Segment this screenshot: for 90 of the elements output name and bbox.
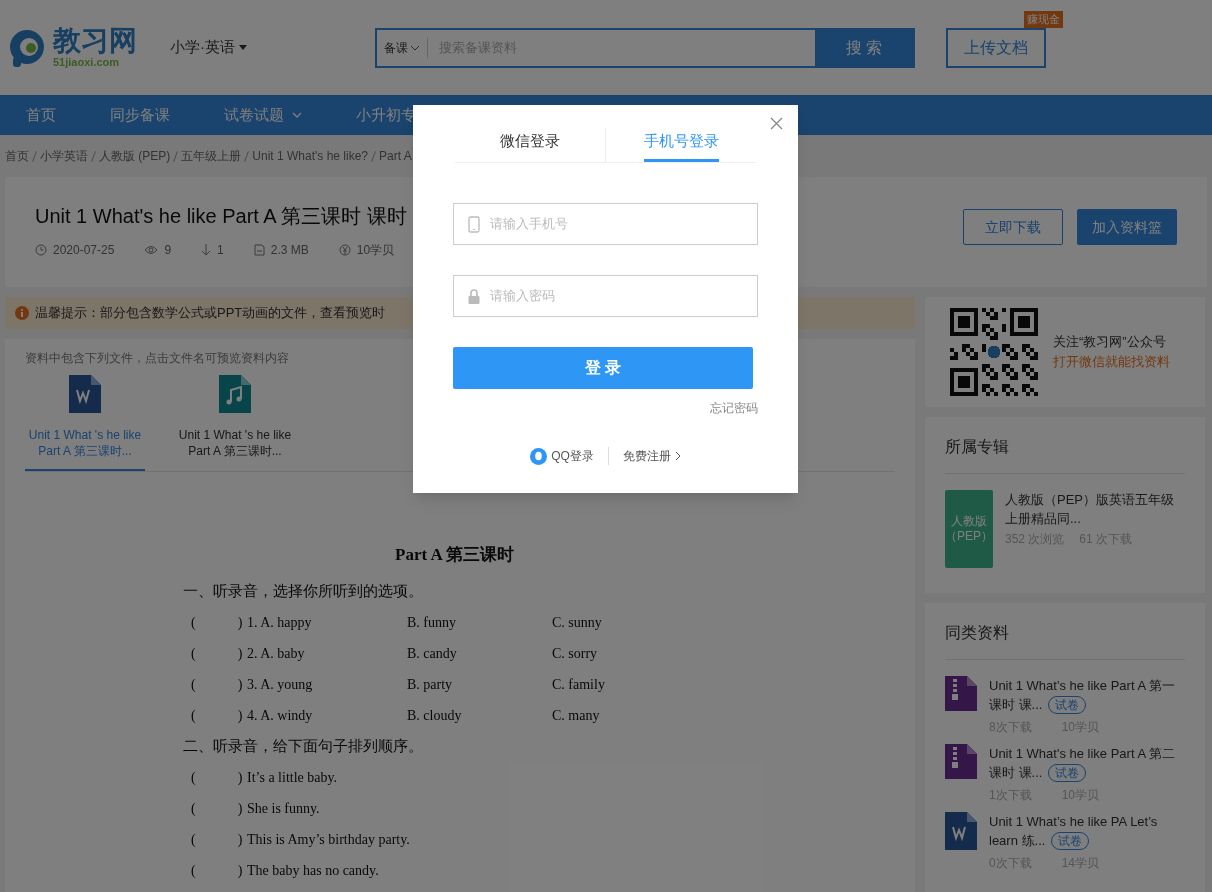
question-text: C. sunny	[552, 613, 602, 632]
chevron-icon	[674, 451, 681, 461]
meta-text: 10学贝	[356, 242, 395, 259]
question-text: 2. A. baby	[247, 644, 306, 663]
file-tab[interactable]: Unit 1 What 's he like Part A 第三课时...	[175, 373, 295, 471]
logo-subtext: 51jiaoxi.com	[53, 57, 121, 68]
login-tab[interactable]: 微信登录	[455, 128, 605, 162]
coin-icon	[338, 244, 351, 256]
file-tab[interactable]: Unit 1 What 's he like Part A 第三课时...	[25, 373, 145, 471]
nav-link[interactable]: 首页	[10, 95, 72, 135]
question-text: C. family	[552, 675, 605, 694]
answer-blank: ( )	[191, 706, 244, 725]
download-button[interactable]: 立即下载	[963, 209, 1063, 245]
breadcrumb-link[interactable]: 首页	[5, 147, 29, 165]
answer-blank: ( )	[191, 830, 244, 849]
breadcrumb-link[interactable]: Unit 1 What's he like?	[252, 147, 369, 165]
question-text: B. cloudy	[407, 706, 463, 725]
tip-text: 温馨提示：部分包含数学公式或PPT动画的文件，查看预览时	[35, 304, 386, 323]
question-text: B. candy	[407, 644, 458, 663]
login-button[interactable]: 登 录	[453, 347, 753, 389]
login-tab[interactable]: 手机号登录	[605, 128, 756, 162]
question-text: She is funny.	[247, 799, 320, 818]
files-hint: 资料中包含下列文件，点击文件名可预览资料内容	[25, 350, 290, 367]
question-text: B. party	[407, 675, 454, 694]
upload-button[interactable]: 上传文档	[946, 27, 1046, 68]
question-text: This is Amy’s birthday party.	[247, 830, 410, 849]
qq-icon	[530, 447, 548, 465]
album-cover: 人教版（PEP）	[945, 490, 993, 568]
phone-icon	[468, 215, 480, 233]
caret-icon	[410, 44, 420, 51]
eye-icon	[144, 245, 159, 255]
music-file-icon	[219, 375, 251, 413]
answer-blank: ( )	[191, 675, 244, 694]
album-title[interactable]: 人教版（PEP）版英语五年级上册精品同...	[1005, 490, 1185, 528]
question-text: B. funny	[407, 613, 457, 632]
subject-dropdown[interactable]: 小学·英语	[170, 36, 375, 59]
question-text: The baby has no candy.	[247, 861, 379, 880]
question-text: C. many	[552, 706, 600, 725]
meta-text: 9	[164, 242, 172, 259]
phone-input[interactable]: 请输入手机号	[490, 214, 743, 234]
input-field[interactable]: 请输入手机号	[453, 203, 758, 245]
resource-link[interactable]: Unit 1 What’s he like PA Let’s learn 练... 试卷	[989, 812, 1179, 850]
qq-login-link[interactable]: QQ登录	[530, 447, 609, 465]
info-icon	[15, 306, 29, 320]
word-file-icon	[945, 812, 977, 850]
zip-file-icon	[945, 676, 977, 711]
search-button[interactable]: 搜 索	[815, 29, 913, 66]
meta-text: 2020-07-25	[53, 242, 115, 259]
download-icon	[201, 244, 212, 256]
question-text: 4. A. windy	[247, 706, 314, 725]
document-title: Part A 第三课时	[395, 544, 515, 566]
answer-blank: ( )	[191, 768, 244, 787]
wechat-subtext: 打开微信就能找资料	[1053, 353, 1170, 371]
zip-file-icon	[945, 744, 977, 779]
breadcrumb-link[interactable]: Part A	[379, 147, 412, 165]
logo-text: 教习网	[53, 27, 137, 55]
reward-badge: 赚现金	[1024, 10, 1063, 28]
wechat-text: 关注“教习网”公众号	[1053, 333, 1167, 351]
answer-blank: ( )	[191, 799, 244, 818]
add-to-basket-button[interactable]: 加入资料篮	[1077, 209, 1177, 245]
question-text: 1. A. happy	[247, 613, 313, 632]
resource-link[interactable]: Unit 1 What's he like Part A 第二课时 课... 试卷	[989, 744, 1179, 782]
breadcrumb-link[interactable]: 小学英语	[40, 147, 88, 165]
close-icon[interactable]	[770, 117, 783, 130]
file-icon	[253, 244, 265, 256]
answer-blank: ( )	[191, 644, 244, 663]
forgot-password-link[interactable]: 忘记密码	[710, 399, 758, 417]
section-heading: 所属专辑	[945, 435, 1185, 474]
question-text: C. sorry	[552, 644, 598, 663]
nav-link[interactable]: 试卷试题	[208, 95, 318, 135]
caret-icon	[239, 45, 247, 50]
answer-blank: ( )	[191, 861, 244, 880]
lock-icon	[468, 288, 480, 304]
meta-text: 2.3 MB	[270, 242, 309, 259]
question-heading: 二、听录音，给下面句子排列顺序。	[183, 736, 424, 756]
nav-link[interactable]: 同步备课	[94, 95, 186, 135]
question-text: 3. A. young	[247, 675, 314, 694]
resource-title: Unit 1 What's he like Part A 第三课时 课时	[35, 204, 407, 229]
answer-blank: ( )	[191, 613, 244, 632]
section-heading: 同类资料	[945, 621, 1185, 660]
register-link[interactable]: 免费注册	[608, 447, 681, 465]
input-field[interactable]: 请输入密码	[453, 275, 758, 317]
question-heading: 一、听录音，选择你所听到的选项。	[183, 581, 424, 601]
category-dropdown[interactable]: 备课	[377, 37, 428, 58]
question-text: It’s a little baby.	[247, 768, 338, 787]
password-input[interactable]: 请输入密码	[490, 286, 743, 306]
meta-text: 1	[217, 242, 224, 259]
breadcrumb-link[interactable]: 人教版 (PEP)	[99, 147, 171, 165]
clock-icon	[35, 244, 47, 256]
word-file-icon	[69, 375, 101, 413]
